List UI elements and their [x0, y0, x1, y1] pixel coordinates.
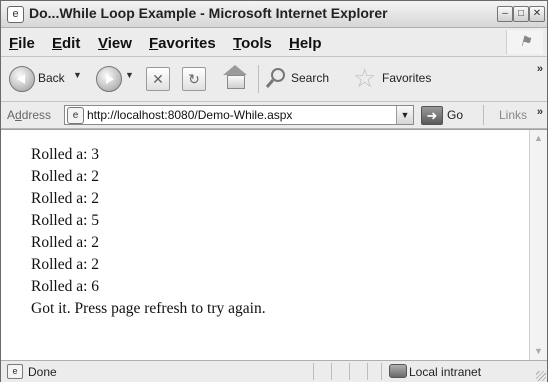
ie-icon: e — [7, 6, 24, 23]
security-zone: Local intranet — [409, 365, 482, 379]
links-chevron-icon[interactable]: » — [537, 106, 543, 118]
scroll-down-icon[interactable]: ▼ — [530, 343, 547, 360]
favorites-star-icon[interactable]: ☆ — [353, 65, 376, 91]
back-dropdown-icon[interactable]: ▼ — [73, 70, 82, 80]
output-line: Rolled a: 2 — [31, 256, 100, 273]
windows-logo-icon: ⚑ — [519, 33, 532, 49]
menu-favorites[interactable]: Favorites — [149, 35, 216, 52]
status-text: Done — [28, 365, 57, 379]
output-line: Rolled a: 3 — [31, 146, 100, 163]
maximize-button[interactable]: □ — [513, 6, 529, 22]
minimize-button[interactable]: – — [497, 6, 513, 22]
home-icon-roof[interactable] — [223, 65, 247, 75]
standard-toolbar: Back ▼ ▼ ✕ ↻ Search ☆ Favorites » — [1, 57, 547, 102]
status-divider — [349, 363, 350, 380]
output-message: Got it. Press page refresh to try again. — [31, 300, 266, 317]
toolbar-divider — [258, 65, 259, 93]
favorites-button-label[interactable]: Favorites — [382, 71, 431, 85]
page-status-icon: e — [7, 364, 23, 379]
output-line: Rolled a: 5 — [31, 212, 100, 229]
close-button[interactable]: ✕ — [529, 6, 545, 22]
output-line: Rolled a: 2 — [31, 234, 100, 251]
address-label: Address — [7, 108, 52, 122]
output-line: Rolled a: 2 — [31, 168, 100, 185]
refresh-icon[interactable]: ↻ — [182, 67, 206, 91]
stop-icon[interactable]: ✕ — [146, 67, 170, 91]
home-icon[interactable] — [227, 75, 245, 89]
title-bar: e Do...While Loop Example - Microsoft In… — [1, 1, 547, 28]
windows-logo-throbber: ⚑ — [506, 30, 543, 54]
output-line: Rolled a: 6 — [31, 278, 100, 295]
links-label[interactable]: Links — [499, 108, 527, 122]
address-field[interactable]: e http://localhost:8080/Demo-While.aspx … — [64, 105, 414, 125]
go-arrow-icon[interactable]: ➜ — [421, 106, 443, 125]
menu-tools[interactable]: Tools — [233, 35, 272, 52]
status-divider — [331, 363, 332, 380]
menu-edit[interactable]: Edit — [52, 35, 80, 52]
forward-icon[interactable] — [96, 66, 122, 92]
forward-dropdown-icon[interactable]: ▼ — [125, 70, 134, 80]
status-divider — [313, 363, 314, 380]
intranet-zone-icon — [389, 364, 407, 378]
browser-window: e Do...While Loop Example - Microsoft In… — [0, 0, 548, 382]
menu-bar: File Edit View Favorites Tools Help ⚑ — [1, 28, 547, 57]
scroll-up-icon[interactable]: ▲ — [530, 130, 547, 147]
output-lines: Rolled a: 3 Rolled a: 2 Rolled a: 2 Roll… — [31, 144, 266, 320]
toolbar-overflow-chevron-icon[interactable]: » — [537, 63, 543, 75]
status-divider — [381, 363, 382, 380]
status-bar: e Done Local intranet — [1, 360, 547, 382]
address-dropdown-icon[interactable]: ▼ — [396, 106, 413, 124]
links-divider — [483, 105, 484, 125]
output-line: Rolled a: 2 — [31, 190, 100, 207]
menu-file[interactable]: File — [9, 35, 35, 52]
search-button-label[interactable]: Search — [291, 71, 329, 85]
menu-view[interactable]: View — [98, 35, 132, 52]
page-content: Rolled a: 3 Rolled a: 2 Rolled a: 2 Roll… — [1, 129, 547, 360]
back-icon[interactable] — [9, 66, 35, 92]
page-icon: e — [67, 107, 84, 124]
status-divider — [367, 363, 368, 380]
address-url[interactable]: http://localhost:8080/Demo-While.aspx — [87, 108, 292, 122]
go-button-label[interactable]: Go — [447, 108, 463, 122]
search-icon[interactable] — [265, 67, 287, 89]
vertical-scrollbar[interactable]: ▲ ▼ — [529, 130, 547, 360]
menu-help[interactable]: Help — [289, 35, 322, 52]
address-bar: Address e http://localhost:8080/Demo-Whi… — [1, 102, 547, 129]
back-button-label[interactable]: Back — [38, 71, 65, 85]
resize-grip-icon[interactable] — [536, 371, 546, 381]
window-title: Do...While Loop Example - Microsoft Inte… — [29, 5, 388, 21]
